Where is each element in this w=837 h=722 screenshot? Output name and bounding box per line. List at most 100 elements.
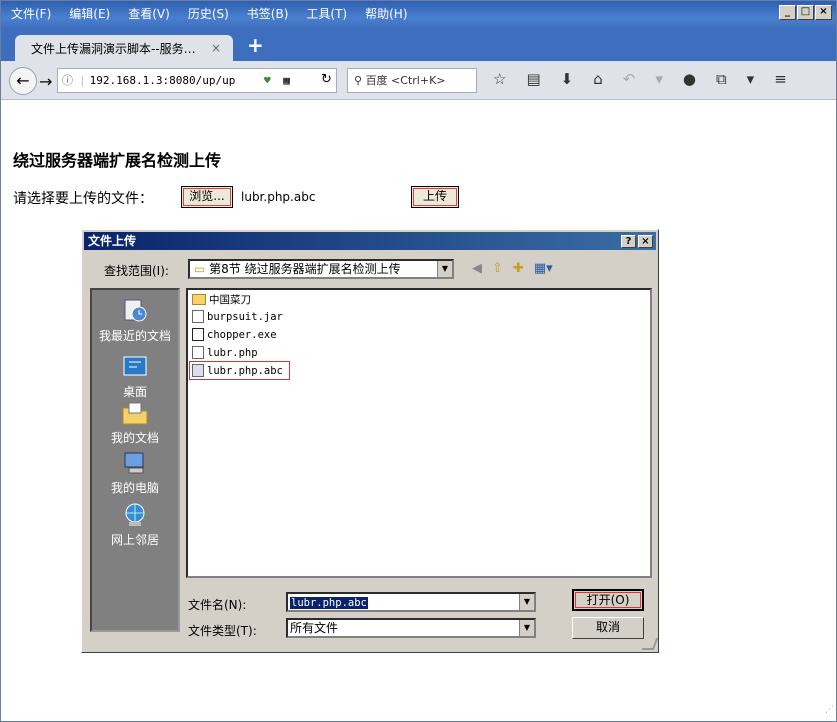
file-name: chopper.exe xyxy=(207,328,277,341)
upload-prompt: 请选择要上传的文件： xyxy=(13,191,153,207)
place-recent-label: 我最近的文档 xyxy=(98,329,171,343)
home-icon[interactable]: ⌂ xyxy=(593,70,603,88)
reload-icon[interactable]: ↻ xyxy=(321,72,332,87)
url-bar[interactable]: ⓘ | 192.168.1.3:8080/up/up ♥ ▦ xyxy=(57,68,337,93)
open-button[interactable]: 打开(O) xyxy=(572,589,644,611)
place-my-documents-label: 我的文档 xyxy=(110,431,159,445)
up-folder-icon[interactable]: ⇧ xyxy=(492,261,503,276)
help-button[interactable]: ? xyxy=(621,235,636,248)
menu-view[interactable]: 查看(V) xyxy=(128,5,170,22)
list-item-selected[interactable]: lubr.php.abc xyxy=(189,361,290,380)
list-item[interactable]: chopper.exe xyxy=(192,328,277,341)
toolbar-icons: ☆ ▤ ⬇ ⌂ ↶ ▾ ● ⧉ ▾ ≡ xyxy=(493,70,787,88)
file-list: 中国菜刀 burpsuit.jar chopper.exe lubr.php l… xyxy=(186,288,652,578)
recent-docs-icon xyxy=(124,299,147,322)
qr-code-icon[interactable]: ▦ xyxy=(283,74,290,87)
menu-history[interactable]: 历史(S) xyxy=(188,5,229,22)
menu-tools[interactable]: 工具(T) xyxy=(306,5,347,22)
back-button[interactable]: ← xyxy=(9,67,37,95)
url-separator: | xyxy=(79,74,86,87)
place-my-computer-label: 我的电脑 xyxy=(110,481,159,495)
dialog-title: 文件上传 ? × xyxy=(84,232,656,250)
my-computer-icon xyxy=(124,452,144,474)
reading-list-icon[interactable]: ▤ xyxy=(526,70,540,88)
file-name: burpsuit.jar xyxy=(207,310,283,323)
file-upload-dialog: 文件上传 ? × 查找范围(I): ▭ 第8节 绕过服务器端扩展名检测上传 ▼ … xyxy=(81,229,659,653)
upload-button[interactable]: 上传 xyxy=(411,186,459,208)
chevron-down-icon[interactable]: ▼ xyxy=(519,620,534,636)
filename-field[interactable]: lubr.php.abc ▼ xyxy=(286,592,536,612)
menu-edit[interactable]: 编辑(E) xyxy=(69,5,110,22)
menu-help[interactable]: 帮助(H) xyxy=(365,5,407,22)
new-folder-icon[interactable]: ✚ xyxy=(513,261,524,276)
place-network[interactable]: 网上邻居 xyxy=(92,502,178,548)
place-desktop[interactable]: 桌面 xyxy=(92,354,178,400)
view-menu-icon[interactable]: ▦▾ xyxy=(534,261,553,276)
filetype-label: 文件类型(T): xyxy=(188,624,257,638)
search-input[interactable]: ⚲ 百度 <Ctrl+K> xyxy=(347,68,477,93)
bookmark-star-icon[interactable]: ☆ xyxy=(493,70,506,88)
menu-bar: 文件(F) 编辑(E) 查看(V) 历史(S) 书签(B) 工具(T) 帮助(H… xyxy=(1,1,836,29)
place-recent[interactable]: 我最近的文档 xyxy=(92,298,178,344)
browser-window: 文件(F) 编辑(E) 查看(V) 历史(S) 书签(B) 工具(T) 帮助(H… xyxy=(0,0,837,722)
place-network-label: 网上邻居 xyxy=(110,533,159,547)
filetype-dropdown[interactable]: 所有文件 ▼ xyxy=(286,618,536,638)
place-my-documents[interactable]: 我的文档 xyxy=(92,400,178,446)
look-in-value: 第8节 绕过服务器端扩展名检测上传 xyxy=(209,262,401,276)
search-icon: ⚲ xyxy=(354,74,363,87)
chevron-down-icon[interactable]: ▼ xyxy=(519,594,534,610)
dialog-toolbar: ◀ ⇧ ✚ ▦▾ xyxy=(472,261,553,276)
chosen-file-name: lubr.php.abc xyxy=(241,190,316,204)
undo-icon[interactable]: ↶ xyxy=(623,70,636,88)
new-tab-button[interactable]: + xyxy=(247,33,264,57)
list-item[interactable]: 中国菜刀 xyxy=(192,292,251,307)
look-in-label: 查找范围(I): xyxy=(104,264,169,278)
list-item[interactable]: burpsuit.jar xyxy=(192,310,283,323)
chevron-down-icon[interactable]: ▼ xyxy=(437,261,452,277)
php-file-icon xyxy=(192,346,204,359)
back-icon[interactable]: ◀ xyxy=(472,261,482,276)
close-button[interactable]: × xyxy=(815,5,832,20)
file-name: lubr.php xyxy=(207,346,258,359)
maximize-button[interactable]: □ xyxy=(797,5,814,20)
tab-title: 文件上传漏洞演示脚本--服务… xyxy=(31,42,196,56)
network-icon xyxy=(125,503,145,526)
chat-icon[interactable]: ● xyxy=(683,70,696,88)
tab-bar: 文件上传漏洞演示脚本--服务… × + xyxy=(1,29,836,62)
screenshot-icon[interactable]: ⧉ xyxy=(716,70,727,88)
place-my-computer[interactable]: 我的电脑 xyxy=(92,450,178,496)
dialog-resize-grip[interactable] xyxy=(641,638,659,650)
nav-bar: ← → ⓘ | 192.168.1.3:8080/up/up ♥ ▦ ↻ ⚲ 百度 … xyxy=(1,61,836,100)
jar-file-icon xyxy=(192,310,204,323)
page-heading: 绕过服务器端扩展名检测上传 xyxy=(13,151,222,170)
menu-file[interactable]: 文件(F) xyxy=(11,5,51,22)
tab-active[interactable]: 文件上传漏洞演示脚本--服务… × xyxy=(15,35,233,62)
info-icon[interactable]: ⓘ xyxy=(62,74,73,87)
download-icon[interactable]: ⬇ xyxy=(561,70,574,88)
shield-icon[interactable]: ♥ xyxy=(264,74,271,87)
menu-bookmarks[interactable]: 书签(B) xyxy=(247,5,289,22)
places-bar: 我最近的文档 桌面 我的文档 我的电脑 网上邻居 xyxy=(90,288,180,632)
folder-icon xyxy=(192,294,206,305)
dialog-title-text: 文件上传 xyxy=(88,234,137,248)
filetype-value: 所有文件 xyxy=(290,621,339,635)
browse-button[interactable]: 浏览... xyxy=(181,186,233,208)
filename-value: lubr.php.abc xyxy=(290,597,368,609)
file-name: 中国菜刀 xyxy=(209,294,251,306)
cancel-button[interactable]: 取消 xyxy=(572,617,644,639)
look-in-dropdown[interactable]: ▭ 第8节 绕过服务器端扩展名检测上传 ▼ xyxy=(188,259,454,279)
filename-label: 文件名(N): xyxy=(188,598,247,612)
forward-button[interactable]: → xyxy=(39,72,52,91)
minimize-button[interactable]: _ xyxy=(779,5,796,20)
dropdown-icon[interactable]: ▾ xyxy=(655,70,663,88)
resize-grip[interactable]: ⋰ xyxy=(825,705,834,721)
folder-icon: ▭ xyxy=(194,262,206,276)
exe-file-icon xyxy=(192,328,204,341)
file-name: lubr.php.abc xyxy=(207,364,283,377)
tab-close-icon[interactable]: × xyxy=(211,41,221,55)
list-item[interactable]: lubr.php xyxy=(192,346,258,359)
desktop-icon xyxy=(123,356,147,376)
more-dropdown-icon[interactable]: ▾ xyxy=(747,70,755,88)
dialog-close-button[interactable]: × xyxy=(638,235,653,248)
hamburger-menu-icon[interactable]: ≡ xyxy=(774,70,787,88)
